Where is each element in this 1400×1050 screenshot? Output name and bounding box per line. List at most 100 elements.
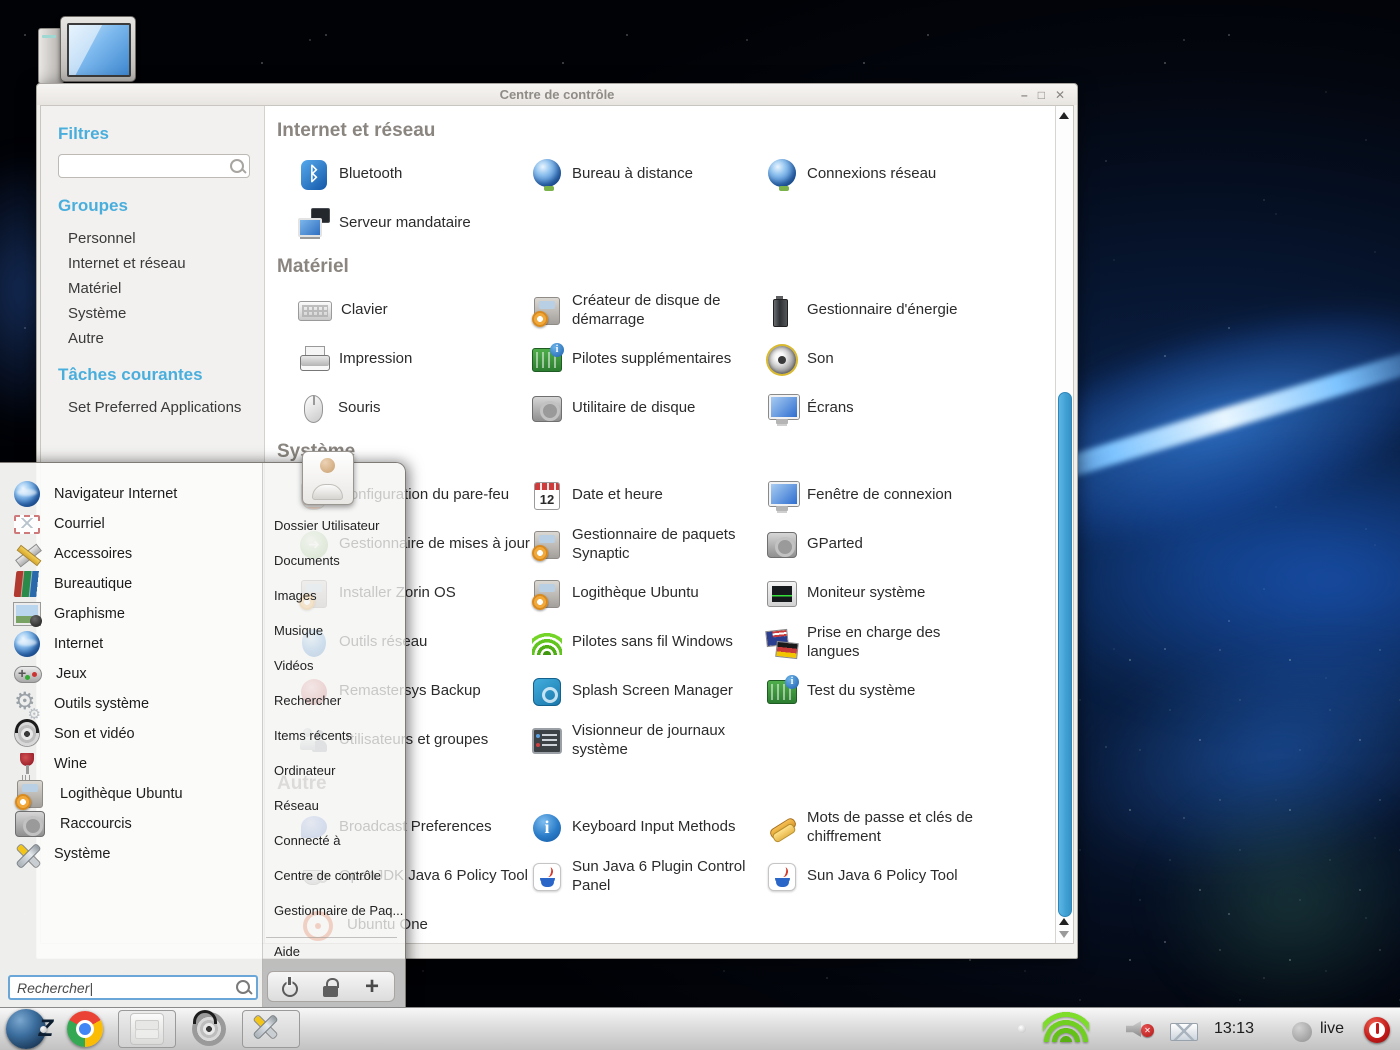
- control-center-item[interactable]: Clavier: [298, 286, 531, 335]
- control-center-item[interactable]: Impression: [298, 335, 531, 384]
- sidebar-group-item[interactable]: Personnel: [58, 226, 264, 251]
- control-center-item[interactable]: Bluetooth: [298, 150, 531, 199]
- control-center-item[interactable]: Utilitaire de disque: [531, 384, 766, 433]
- control-center-item[interactable]: Gestionnaire de paquets Synaptic: [531, 520, 766, 569]
- monitor-blue-icon: [766, 480, 798, 512]
- disk-icon: [767, 532, 797, 558]
- taskbar-launcher[interactable]: [242, 1010, 300, 1048]
- sidebar-group-item[interactable]: Internet et réseau: [58, 251, 264, 276]
- menu-category-item[interactable]: Outils système: [8, 689, 258, 719]
- close-button[interactable]: ✕: [1055, 89, 1065, 101]
- control-center-item[interactable]: Fenêtre de connexion: [766, 471, 1055, 520]
- common-tasks-list: Set Preferred Applications: [58, 395, 264, 420]
- scrollbar-thumb[interactable]: [1058, 392, 1072, 917]
- menu-search-input[interactable]: [8, 975, 258, 1000]
- item-label: Test du système: [807, 682, 915, 700]
- taskbar-launcher[interactable]: [183, 1009, 235, 1049]
- volume-muted-icon[interactable]: [1124, 1014, 1154, 1044]
- scroll-up-icon[interactable]: [1059, 918, 1069, 925]
- power-icon[interactable]: [1364, 1017, 1390, 1043]
- menu-place-item[interactable]: Items récents: [274, 725, 409, 747]
- power-manager-battery-icon: [766, 295, 798, 327]
- web-browser-icon: [14, 481, 40, 507]
- menu-category-item[interactable]: Système: [8, 839, 258, 869]
- menu-place-item[interactable]: Centre de contrôle: [274, 865, 409, 887]
- graphics-icon: [14, 603, 40, 625]
- scroll-up-icon[interactable]: [1059, 112, 1069, 119]
- control-center-item[interactable]: Splash Screen Manager: [531, 667, 766, 716]
- control-center-item[interactable]: Son: [766, 335, 1055, 384]
- control-center-item[interactable]: Date et heure: [531, 471, 766, 520]
- item-label: Écrans: [807, 399, 854, 417]
- session-action-button[interactable]: [358, 974, 388, 1000]
- system-testing-icon: [767, 680, 797, 704]
- menu-category-item[interactable]: Internet: [8, 629, 258, 659]
- control-center-item[interactable]: Connexions réseau: [766, 150, 1055, 199]
- live-dot-icon: [1292, 1022, 1312, 1042]
- menu-place-item[interactable]: Ordinateur: [274, 760, 409, 782]
- menu-place-item[interactable]: Vidéos: [274, 655, 409, 677]
- minimize-button[interactable]: –: [1021, 89, 1028, 101]
- control-center-item[interactable]: Logithèque Ubuntu: [531, 569, 766, 618]
- control-center-item[interactable]: Prise en charge des langues: [766, 618, 1055, 667]
- control-center-item[interactable]: Bureau à distance: [531, 150, 766, 199]
- control-center-item[interactable]: Serveur mandataire: [298, 199, 531, 248]
- sidebar-group-item[interactable]: Matériel: [58, 276, 264, 301]
- session-action-button[interactable]: [274, 974, 304, 1000]
- window-titlebar[interactable]: Centre de contrôle – □ ✕: [37, 84, 1077, 105]
- tray-indicator-dot-icon: [1018, 1025, 1026, 1033]
- item-label: Impression: [339, 350, 412, 368]
- menu-place-item[interactable]: Réseau: [274, 795, 409, 817]
- menu-help-item[interactable]: Aide: [274, 944, 300, 959]
- menu-category-item[interactable]: Raccourcis: [8, 809, 258, 839]
- menu-category-item[interactable]: Graphisme: [8, 599, 258, 629]
- control-center-item[interactable]: Moniteur système: [766, 569, 1055, 618]
- menu-category-item[interactable]: Jeux: [8, 659, 258, 689]
- control-center-item[interactable]: Pilotes sans fil Windows: [531, 618, 766, 667]
- clock[interactable]: 13:13: [1214, 1020, 1254, 1038]
- computer-desktop-icon[interactable]: [38, 16, 138, 86]
- menu-category-item[interactable]: Wine: [8, 749, 258, 779]
- taskbar-launcher[interactable]: [118, 1010, 176, 1048]
- control-center-item[interactable]: Souris: [298, 384, 531, 433]
- menu-category-item[interactable]: Logithèque Ubuntu: [8, 779, 258, 809]
- mail-icon[interactable]: [1170, 1023, 1198, 1041]
- control-center-item[interactable]: Test du système: [766, 667, 1055, 716]
- menu-place-item[interactable]: Rechercher: [274, 690, 409, 712]
- maximize-button[interactable]: □: [1038, 89, 1045, 101]
- scrollbar[interactable]: [1055, 106, 1073, 943]
- taskbar-launcher[interactable]: [59, 1009, 111, 1049]
- control-center-item[interactable]: Mots de passe et clés de chiffrement: [766, 803, 1055, 852]
- menu-place-item[interactable]: Musique: [274, 620, 409, 642]
- control-center-item[interactable]: Pilotes supplémentaires: [531, 335, 766, 384]
- control-center-item[interactable]: Visionneur de journaux système: [531, 716, 766, 765]
- sidebar-group-item[interactable]: Autre: [58, 326, 264, 351]
- filters-header: Filtres: [58, 124, 264, 144]
- scroll-down-icon[interactable]: [1059, 931, 1069, 938]
- control-center-item[interactable]: Gestionnaire d'énergie: [766, 286, 1055, 335]
- control-center-item[interactable]: Sun Java 6 Plugin Control Panel: [531, 852, 766, 901]
- wifi-signal-icon[interactable]: [1043, 1004, 1089, 1042]
- session-action-button[interactable]: [316, 974, 346, 1000]
- control-center-item[interactable]: Keyboard Input Methods: [531, 803, 766, 852]
- control-center-item[interactable]: GParted: [766, 520, 1055, 569]
- menu-place-item[interactable]: Documents: [274, 550, 409, 572]
- menu-place-item[interactable]: Connecté à: [274, 830, 409, 852]
- menu-place-item[interactable]: Dossier Utilisateur: [274, 515, 409, 537]
- menu-category-item[interactable]: Accessoires: [8, 539, 258, 569]
- menu-place-item[interactable]: Images: [274, 585, 409, 607]
- control-center-item[interactable]: Créateur de disque de démarrage: [531, 286, 766, 335]
- menu-category-item[interactable]: Navigateur Internet: [8, 479, 258, 509]
- menu-place-item[interactable]: Gestionnaire de Paq...: [274, 900, 409, 922]
- menu-category-item[interactable]: Courriel: [8, 509, 258, 539]
- menu-category-item[interactable]: Son et vidéo: [8, 719, 258, 749]
- menu-bottom-bar: [0, 965, 405, 1009]
- sidebar-group-item[interactable]: Système: [58, 301, 264, 326]
- menu-category-item[interactable]: Bureautique: [8, 569, 258, 599]
- item-label: Bluetooth: [339, 165, 402, 183]
- control-center-item[interactable]: Écrans: [766, 384, 1055, 433]
- section-header: Matériel: [265, 256, 1055, 280]
- filter-input[interactable]: [58, 154, 250, 178]
- sidebar-task-item[interactable]: Set Preferred Applications: [58, 395, 264, 420]
- control-center-item[interactable]: Sun Java 6 Policy Tool: [766, 852, 1055, 901]
